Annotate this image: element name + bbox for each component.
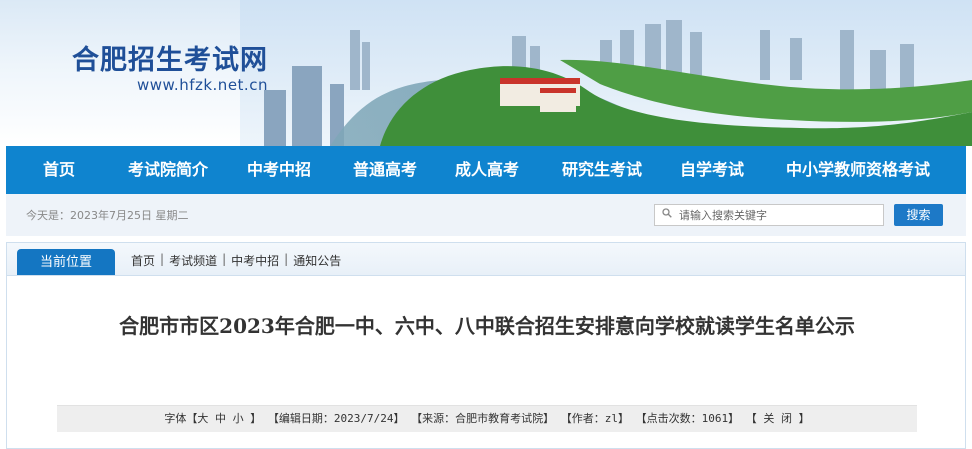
- font-size-medium[interactable]: 中: [215, 412, 226, 425]
- content-panel: 当前位置 首页 | 考试频道 | 中考中招 | 通知公告 合肥市市区2023年合…: [6, 242, 966, 449]
- close-button[interactable]: 【 关 闭 】: [746, 412, 810, 425]
- breadcrumb-separator: |: [222, 252, 227, 266]
- click-count: 【点击次数：1061】: [635, 412, 740, 425]
- breadcrumb: 当前位置 首页 | 考试频道 | 中考中招 | 通知公告: [7, 243, 965, 276]
- edit-date: 【编辑日期：2023/7/24】: [267, 412, 405, 425]
- nav-self-study-exam[interactable]: 自学考试: [666, 146, 758, 194]
- nav-gaokao[interactable]: 普通高考: [334, 146, 436, 194]
- article-meta-bar: 字体【大 中 小 】 【编辑日期：2023/7/24】 【来源：合肥市教育考试院…: [57, 405, 917, 432]
- header-banner: 合肥招生考试网 www.hfzk.net.cn: [0, 0, 972, 146]
- breadcrumb-home[interactable]: 首页: [131, 252, 155, 269]
- search-input[interactable]: [679, 207, 879, 223]
- site-url: www.hfzk.net.cn: [137, 76, 268, 94]
- breadcrumb-links: 首页 | 考试频道 | 中考中招 | 通知公告: [131, 252, 341, 269]
- breadcrumb-exam-channel[interactable]: 考试频道: [169, 252, 217, 269]
- breadcrumb-separator: |: [160, 252, 165, 266]
- font-size-close-bracket: 】: [250, 412, 262, 425]
- font-size-label: 字体【: [164, 412, 198, 425]
- current-date: 今天是：2023年7月25日 星期二: [26, 209, 189, 222]
- nav-zhongkao[interactable]: 中考中招: [224, 146, 334, 194]
- font-size-small[interactable]: 小: [233, 412, 244, 425]
- site-title: 合肥招生考试网: [72, 45, 268, 76]
- nav-institute-intro[interactable]: 考试院简介: [112, 146, 224, 194]
- article-author: 【作者：zl】: [560, 412, 629, 425]
- breadcrumb-separator: |: [284, 252, 289, 266]
- nav-adult-exam[interactable]: 成人高考: [436, 146, 538, 194]
- main-nav: 首页 考试院简介 中考中招 普通高考 成人高考 研究生考试 自学考试 中小学教师…: [6, 146, 966, 194]
- nav-graduate-exam[interactable]: 研究生考试: [538, 146, 666, 194]
- breadcrumb-notices[interactable]: 通知公告: [293, 252, 341, 269]
- article-source: 【来源：合肥市教育考试院】: [411, 412, 555, 425]
- current-position-tab: 当前位置: [17, 249, 115, 275]
- font-size-large[interactable]: 大: [197, 412, 208, 425]
- search-icon: [662, 208, 672, 218]
- search-button[interactable]: 搜索: [894, 204, 943, 226]
- breadcrumb-zhongkao[interactable]: 中考中招: [231, 252, 279, 269]
- article-title: 合肥市市区2023年合肥一中、六中、八中联合招生安排意向学校就读学生名单公示: [119, 314, 855, 338]
- search-box: [654, 204, 884, 226]
- nav-teacher-cert[interactable]: 中小学教师资格考试: [758, 146, 958, 194]
- info-bar: 今天是：2023年7月25日 星期二 搜索: [6, 194, 966, 236]
- nav-home[interactable]: 首页: [6, 146, 112, 194]
